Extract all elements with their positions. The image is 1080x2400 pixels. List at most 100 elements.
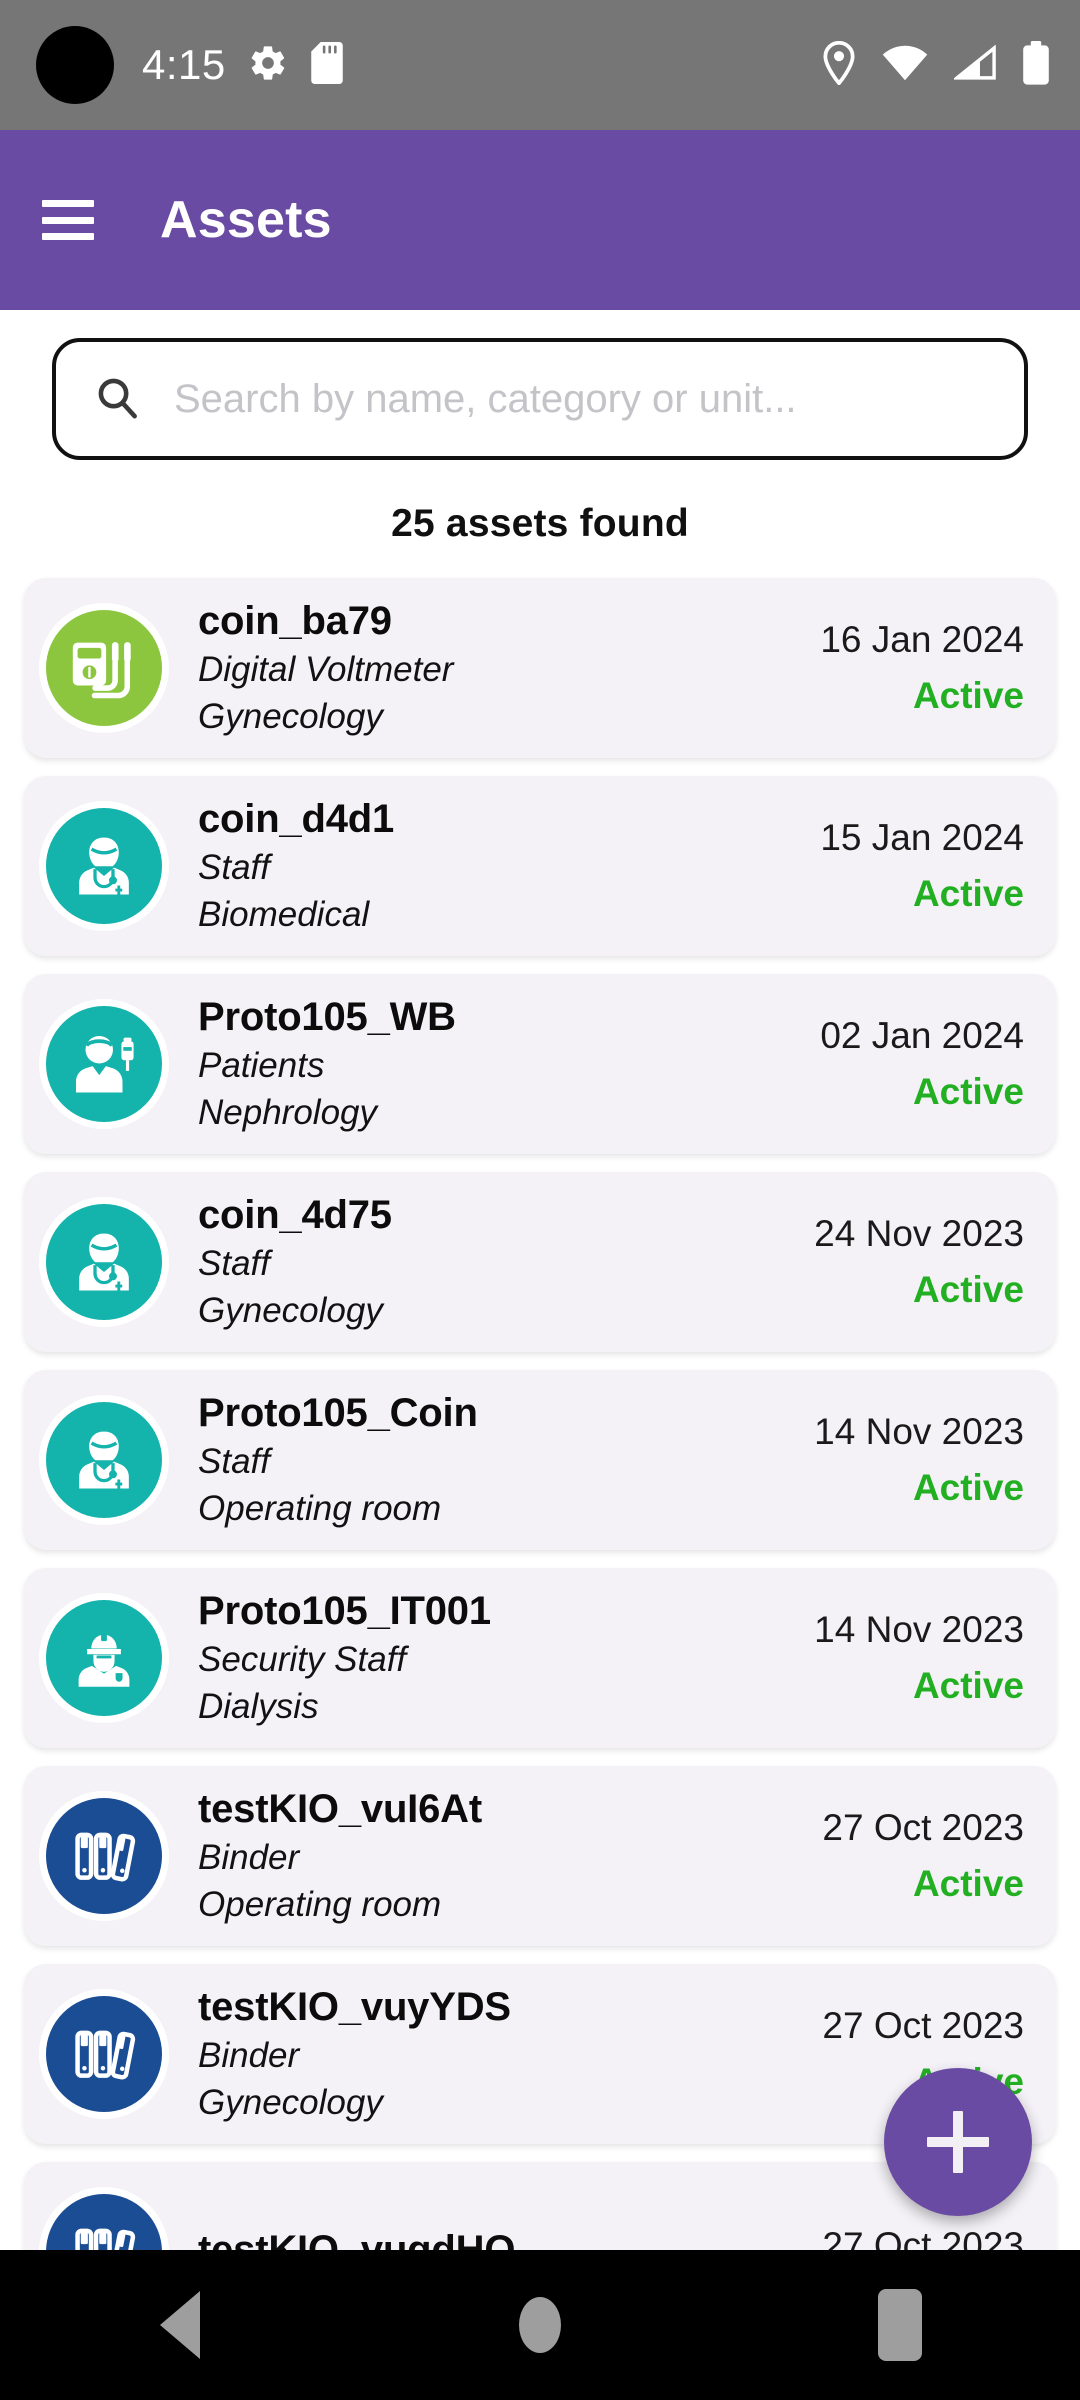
nav-recents-button[interactable] <box>825 2250 975 2400</box>
asset-category: Patients <box>198 1045 325 1085</box>
main-content: Search by name, category or unit... 25 a… <box>0 310 1080 2250</box>
status-badge: Active <box>912 1863 1024 1904</box>
hamburger-line <box>42 216 94 224</box>
asset-name: testKIO_vuyYDS <box>198 1984 511 2029</box>
recents-icon <box>878 2289 922 2361</box>
asset-date: 27 Oct 2023 <box>822 2004 1024 2046</box>
asset-meta: 16 Jan 2024 Active <box>820 618 1030 719</box>
asset-meta: 24 Nov 2023 Active <box>814 1212 1030 1313</box>
asset-date: 14 Nov 2023 <box>814 1608 1024 1650</box>
add-asset-fab[interactable] <box>884 2068 1032 2216</box>
asset-list-item[interactable]: Proto105_Coin Staff Operating room 14 No… <box>24 1370 1056 1550</box>
asset-name: coin_ba79 <box>198 598 392 643</box>
hamburger-line <box>42 233 94 240</box>
location-icon <box>822 40 856 90</box>
asset-category: Binder <box>198 1837 300 1877</box>
asset-category: Staff <box>198 1243 270 1283</box>
asset-info: Proto105_Coin Staff Operating room <box>198 1390 802 1531</box>
asset-unit: Gynecology <box>198 696 383 736</box>
asset-date: 27 Oct 2023 <box>822 2224 1024 2250</box>
status-badge: Active <box>912 1269 1024 1310</box>
home-icon <box>519 2297 561 2353</box>
app-bar: Assets <box>0 130 1080 310</box>
asset-meta: 15 Jan 2024 Active <box>820 816 1030 917</box>
status-badge: Active <box>912 1467 1024 1508</box>
page-title: Assets <box>160 191 332 249</box>
doctor-icon <box>46 1204 162 1320</box>
status-bar-clock: 4:15 <box>142 41 226 88</box>
cellular-signal-icon <box>952 44 996 86</box>
asset-list: coin_ba79 Digital Voltmeter Gynecology 1… <box>0 578 1080 2250</box>
asset-meta: 14 Nov 2023 Active <box>814 1608 1030 1709</box>
asset-info: coin_ba79 Digital Voltmeter Gynecology <box>198 598 808 739</box>
asset-meta: 27 Oct 2023 <box>822 2224 1030 2250</box>
battery-icon <box>1022 40 1050 90</box>
status-badge: Active <box>912 1071 1024 1112</box>
asset-meta: 02 Jan 2024 Active <box>820 1014 1030 1115</box>
status-bar-right-group <box>822 40 1050 90</box>
asset-date: 14 Nov 2023 <box>814 1410 1024 1452</box>
binder-icon <box>46 1798 162 1914</box>
asset-name: Proto105_IT001 <box>198 1588 491 1633</box>
asset-unit: Operating room <box>198 1488 442 1528</box>
status-badge: Active <box>912 1665 1024 1706</box>
asset-category: Binder <box>198 2035 300 2075</box>
plus-icon <box>927 2111 989 2173</box>
nav-back-button[interactable] <box>105 2250 255 2400</box>
sd-card-icon <box>310 41 344 89</box>
hamburger-menu-icon[interactable] <box>42 200 94 240</box>
hamburger-line <box>42 200 94 207</box>
asset-name: Proto105_WB <box>198 994 456 1039</box>
asset-name: Proto105_Coin <box>198 1390 478 1435</box>
asset-name: coin_d4d1 <box>198 796 395 841</box>
asset-info: testKIO_vugdHO <box>198 2227 810 2250</box>
camera-punch-hole <box>36 26 114 104</box>
asset-date: 15 Jan 2024 <box>820 816 1024 858</box>
asset-list-item[interactable]: coin_d4d1 Staff Biomedical 15 Jan 2024 A… <box>24 776 1056 956</box>
gear-icon <box>248 43 288 88</box>
asset-list-item[interactable]: testKIO_vuI6At Binder Operating room 27 … <box>24 1766 1056 1946</box>
binder-icon <box>46 1996 162 2112</box>
search-icon <box>94 374 140 425</box>
asset-info: coin_d4d1 Staff Biomedical <box>198 796 808 937</box>
android-navigation-bar <box>0 2250 1080 2400</box>
asset-unit: Biomedical <box>198 894 370 934</box>
security-guard-icon <box>46 1600 162 1716</box>
asset-info: testKIO_vuI6At Binder Operating room <box>198 1786 810 1927</box>
asset-category: Staff <box>198 847 270 887</box>
asset-category: Security Staff <box>198 1639 407 1679</box>
asset-unit: Nephrology <box>198 1092 377 1132</box>
asset-list-item[interactable]: coin_ba79 Digital Voltmeter Gynecology 1… <box>24 578 1056 758</box>
asset-info: coin_4d75 Staff Gynecology <box>198 1192 802 1333</box>
asset-name: coin_4d75 <box>198 1192 392 1237</box>
asset-info: testKIO_vuyYDS Binder Gynecology <box>198 1984 810 2125</box>
patient-icon <box>46 1006 162 1122</box>
asset-meta: 14 Nov 2023 Active <box>814 1410 1030 1511</box>
wifi-icon <box>882 45 928 86</box>
asset-category: Digital Voltmeter <box>198 649 454 689</box>
asset-list-item[interactable]: Proto105_IT001 Security Staff Dialysis 1… <box>24 1568 1056 1748</box>
asset-meta: 27 Oct 2023 Active <box>822 1806 1030 1907</box>
asset-date: 27 Oct 2023 <box>822 1806 1024 1848</box>
back-icon <box>160 2291 200 2359</box>
doctor-icon <box>46 808 162 924</box>
status-badge: Active <box>912 873 1024 914</box>
status-bar-left-group: 4:15 <box>142 41 344 89</box>
status-badge: Active <box>912 675 1024 716</box>
asset-name: testKIO_vugdHO <box>198 2227 516 2250</box>
asset-list-item[interactable]: coin_4d75 Staff Gynecology 24 Nov 2023 A… <box>24 1172 1056 1352</box>
nav-home-button[interactable] <box>465 2250 615 2400</box>
asset-name: testKIO_vuI6At <box>198 1786 482 1831</box>
asset-list-item[interactable]: Proto105_WB Patients Nephrology 02 Jan 2… <box>24 974 1056 1154</box>
asset-unit: Gynecology <box>198 1290 383 1330</box>
doctor-icon <box>46 1402 162 1518</box>
voltmeter-icon <box>46 610 162 726</box>
results-count-label: 25 assets found <box>391 502 689 545</box>
asset-unit: Operating room <box>198 1884 442 1924</box>
asset-category: Staff <box>198 1441 270 1481</box>
asset-info: Proto105_IT001 Security Staff Dialysis <box>198 1588 802 1729</box>
search-placeholder-text: Search by name, category or unit... <box>174 376 797 421</box>
asset-info: Proto105_WB Patients Nephrology <box>198 994 808 1135</box>
asset-date: 24 Nov 2023 <box>814 1212 1024 1254</box>
search-input[interactable]: Search by name, category or unit... <box>52 338 1028 460</box>
